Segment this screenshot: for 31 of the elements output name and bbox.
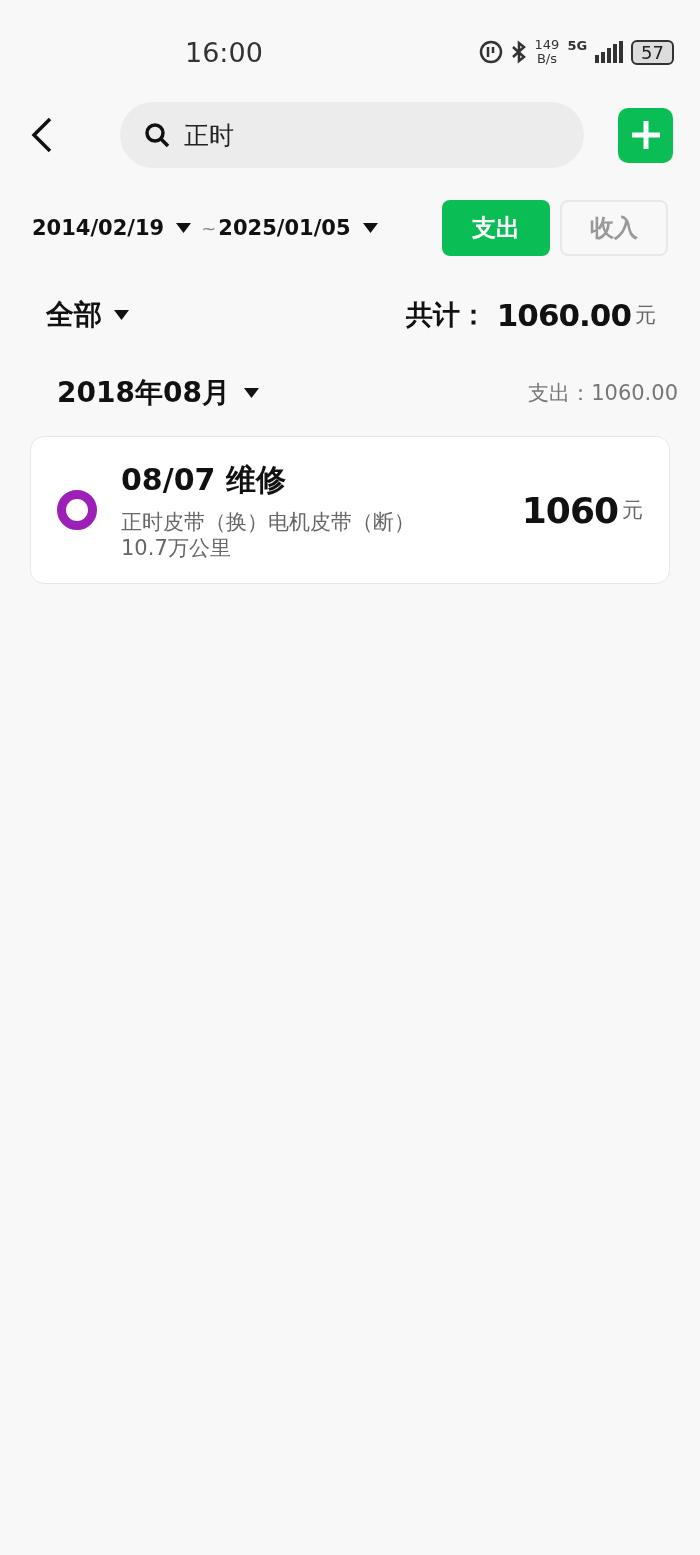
caret-icon <box>114 310 129 320</box>
entry-mileage: 10.7万公里 <box>121 534 232 561</box>
caret-icon <box>243 388 259 398</box>
entry-amount: 1060 <box>521 489 618 531</box>
search-icon <box>144 122 170 148</box>
search-field[interactable]: 正时 <box>120 102 584 168</box>
caret-icon <box>362 223 378 233</box>
entry-note: 正时皮带（换）电机皮带（断） <box>121 508 415 535</box>
end-date-dropdown[interactable]: 2025/01/05 <box>218 216 378 240</box>
month-dropdown[interactable]: 2018年08月 <box>57 374 259 412</box>
category-filter-dropdown[interactable]: 全部 <box>46 296 129 334</box>
total-label: 共计： <box>405 298 487 332</box>
range-separator: ~ <box>201 217 217 239</box>
bluetooth-icon <box>510 40 527 64</box>
speed-unit: B/s <box>536 52 557 66</box>
caret-icon <box>176 223 192 233</box>
network-type: 5G <box>567 38 588 53</box>
status-time: 16:00 <box>185 36 263 68</box>
month-summary: 支出：1060.00 <box>528 380 678 407</box>
back-icon <box>30 117 54 153</box>
entry-title: 08/07 维修 <box>121 460 287 499</box>
network-speed: 149 <box>534 38 560 52</box>
start-date-dropdown[interactable]: 2014/02/19 <box>32 216 192 240</box>
expense-card[interactable]: 08/07 维修 正时皮带（换）电机皮带（断） 10.7万公里 1060 元 <box>30 436 670 584</box>
plus-icon <box>629 119 662 151</box>
currency-unit: 元 <box>635 302 656 329</box>
signal-icon <box>595 41 624 63</box>
currency-unit: 元 <box>622 497 643 524</box>
battery-level: 57 <box>631 39 674 65</box>
search-input[interactable]: 正时 <box>182 119 546 151</box>
total-amount: 1060.00 <box>496 297 631 333</box>
